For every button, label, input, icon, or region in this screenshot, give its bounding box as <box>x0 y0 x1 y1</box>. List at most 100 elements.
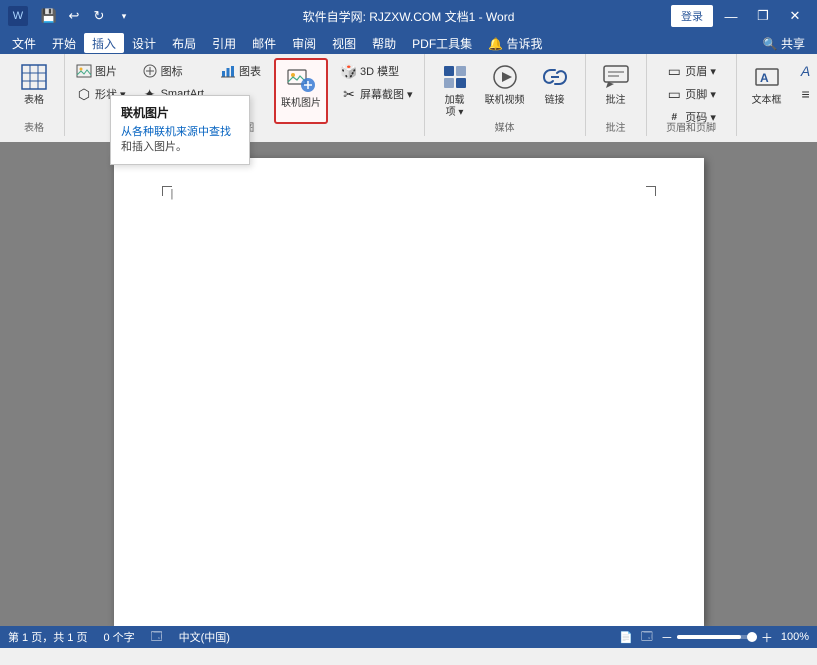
chart-icon <box>220 63 236 79</box>
menu-pdf[interactable]: PDF工具集 <box>404 33 480 53</box>
group-label-header-footer: 页眉和页脚 <box>647 119 736 134</box>
addins-button[interactable]: 加载项 ▾ <box>431 56 479 122</box>
wordart-button[interactable]: A 艺术字 ▾ <box>793 60 817 82</box>
dropcap-icon: ≡ <box>798 86 814 102</box>
customize-qa-button[interactable]: ▾ <box>113 5 135 27</box>
dropcap-button[interactable]: ≡ 首字下沉 ▾ <box>793 83 817 105</box>
menu-help[interactable]: 帮助 <box>364 33 404 53</box>
titlebar-right: 登录 — ❐ ✕ <box>671 2 809 30</box>
online-video-button[interactable]: 联机视频 <box>481 56 529 122</box>
online-picture-button[interactable]: 联机图片 <box>274 58 328 124</box>
icons-button[interactable]: 图标 <box>137 60 209 82</box>
link-button[interactable]: 链接 <box>531 56 579 122</box>
menu-design[interactable]: 设计 <box>124 33 164 53</box>
online-picture-icon <box>285 64 317 96</box>
group-label-table: 表格 <box>4 119 64 134</box>
zoom-fill <box>677 635 741 639</box>
document-page[interactable]: | <box>114 158 704 626</box>
redo-button[interactable]: ↻ <box>88 5 110 27</box>
titlebar: W 💾 ↩ ↻ ▾ 软件自学网: RJZXW.COM 文档1 - Word 登录… <box>0 0 817 32</box>
save-button[interactable]: 💾 <box>38 5 60 27</box>
language: 中文(中国) <box>179 629 230 645</box>
maximize-button[interactable]: ❐ <box>749 2 777 30</box>
menu-review[interactable]: 审阅 <box>284 33 324 53</box>
3d-model-icon: 🎲 <box>341 63 357 79</box>
undo-button[interactable]: ↩ <box>63 5 85 27</box>
menu-mail[interactable]: 邮件 <box>244 33 284 53</box>
screenshot-label: 屏幕截图 ▾ <box>360 86 413 102</box>
screenshot-button[interactable]: ✂ 屏幕截图 ▾ <box>336 83 418 105</box>
comment-button[interactable]: 批注 <box>592 56 640 122</box>
menu-home[interactable]: 开始 <box>44 33 84 53</box>
picture-icon <box>76 63 92 79</box>
addins-icon <box>439 61 471 93</box>
menu-references[interactable]: 引用 <box>204 33 244 53</box>
page-info: 第 1 页，共 1 页 <box>8 629 87 645</box>
group-label-comment: 批注 <box>586 119 646 134</box>
ribbon-group-table: 表格 表格 <box>4 54 65 136</box>
online-video-icon <box>489 61 521 93</box>
language-icon: 🗔 <box>151 628 163 647</box>
statusbar: 第 1 页，共 1 页 0 个字 🗔 中文(中国) 📄 🗔 － ＋ 100% <box>0 626 817 648</box>
layout-web-icon[interactable]: 🗔 <box>641 628 653 647</box>
ribbon-group-media: 加载项 ▾ 联机视频 <box>425 54 586 136</box>
zoom-slider[interactable]: － ＋ <box>661 629 773 646</box>
header-button[interactable]: ▭ 页眉 ▾ <box>661 60 721 82</box>
document-area: | <box>0 142 817 626</box>
online-video-label: 联机视频 <box>485 95 525 107</box>
minimize-button[interactable]: — <box>717 2 745 30</box>
menu-file[interactable]: 文件 <box>4 33 44 53</box>
ribbon-group-comment: 批注 批注 <box>586 54 647 136</box>
login-button[interactable]: 登录 <box>671 5 713 27</box>
menu-view[interactable]: 视图 <box>324 33 364 53</box>
menu-tell-me[interactable]: 🔔 告诉我 <box>480 33 550 53</box>
3d-model-label: 3D 模型 <box>360 63 399 79</box>
footer-button[interactable]: ▭ 页脚 ▾ <box>661 83 721 105</box>
textbox-icon: A <box>751 61 783 93</box>
textbox-label: 文本框 <box>752 95 782 107</box>
shapes-icon: ⬡ <box>76 86 92 102</box>
textbox-button[interactable]: A 文本框 <box>743 56 791 122</box>
zoom-out-icon[interactable]: － <box>661 629 673 646</box>
zoom-level: 100% <box>781 631 809 643</box>
group-label-text: 文本 <box>737 119 817 134</box>
tooltip-popup: 联机图片 从各种联机来源中查找 和插入图片。 <box>110 95 250 165</box>
3d-model-button[interactable]: 🎲 3D 模型 <box>336 60 418 82</box>
group-label-media: 媒体 <box>425 119 585 134</box>
table-label: 表格 <box>24 95 44 107</box>
header-icon: ▭ <box>666 63 682 79</box>
layout-normal-icon[interactable]: 📄 <box>619 631 633 644</box>
menu-share[interactable]: 🔍 共享 <box>755 33 813 53</box>
picture-label: 图片 <box>95 63 117 79</box>
menu-insert[interactable]: 插入 <box>84 33 124 53</box>
ribbon-group-text: A 文本框 A 艺术字 ▾ ≡ 首字下沉 ▾ <box>737 54 817 136</box>
titlebar-left: W 💾 ↩ ↻ ▾ <box>8 5 135 27</box>
tooltip-desc: 从各种联机来源中查找 和插入图片。 <box>121 125 239 156</box>
online-picture-label: 联机图片 <box>281 98 321 110</box>
comment-label: 批注 <box>606 95 626 107</box>
link-label: 链接 <box>545 95 565 107</box>
chart-button[interactable]: 图表 <box>215 60 266 82</box>
screenshot-icon: ✂ <box>341 86 357 102</box>
icons-icon <box>142 63 158 79</box>
addins-label: 加载项 ▾ <box>445 95 465 119</box>
footer-label: 页脚 ▾ <box>685 86 716 102</box>
status-right: 📄 🗔 － ＋ 100% <box>619 628 809 647</box>
table-button[interactable]: 表格 <box>10 56 58 122</box>
ribbon-group-header-footer: ▭ 页眉 ▾ ▭ 页脚 ▾ # 页码 ▾ 页眉和页脚 <box>647 54 737 136</box>
close-button[interactable]: ✕ <box>781 2 809 30</box>
tooltip-link: 从各种联机来源中查找 <box>121 126 231 138</box>
corner-mark-tr <box>646 186 656 196</box>
picture-button[interactable]: 图片 <box>71 60 131 82</box>
cursor-indicator: | <box>171 188 174 200</box>
zoom-track <box>677 635 757 639</box>
wordart-icon: A <box>798 63 814 79</box>
word-count: 0 个字 <box>103 629 134 645</box>
link-icon <box>539 61 571 93</box>
menu-layout[interactable]: 布局 <box>164 33 204 53</box>
header-label: 页眉 ▾ <box>685 63 716 79</box>
comment-icon <box>600 61 632 93</box>
zoom-thumb[interactable] <box>747 632 757 642</box>
zoom-in-icon[interactable]: ＋ <box>761 629 773 646</box>
icons-label: 图标 <box>161 63 183 79</box>
